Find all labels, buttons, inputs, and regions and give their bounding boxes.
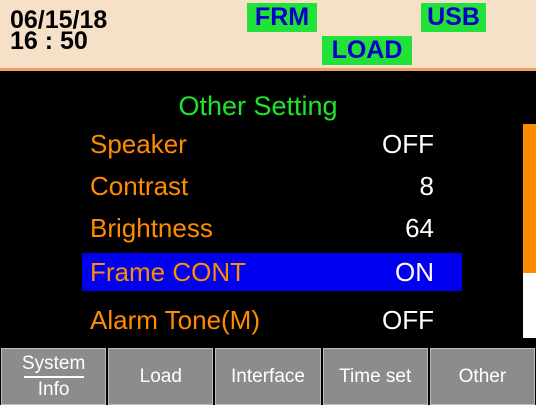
setting-label: Brightness xyxy=(90,213,213,243)
setting-row-frame-cont[interactable]: Frame CONT ON xyxy=(82,253,462,291)
setting-value: ON xyxy=(395,257,434,287)
setting-value: 64 xyxy=(405,213,434,243)
status-bar: 06/15/18 16 : 50 FRM USB LOAD xyxy=(0,0,536,71)
setting-value: 8 xyxy=(419,171,434,201)
setting-value: OFF xyxy=(382,305,434,335)
softkey-interface[interactable]: Interface xyxy=(215,348,321,405)
scrollbar[interactable] xyxy=(523,124,536,338)
usb-indicator: USB xyxy=(421,3,486,32)
status-divider xyxy=(0,68,536,71)
load-indicator: LOAD xyxy=(322,36,412,65)
setting-label: Contrast xyxy=(90,171,189,201)
setting-row-speaker[interactable]: Speaker OFF xyxy=(82,125,462,163)
panel-title-text: Other Setting xyxy=(178,91,338,121)
setting-label: Speaker xyxy=(90,129,187,159)
softkey-load[interactable]: Load xyxy=(108,348,214,405)
setting-row-contrast[interactable]: Contrast 8 xyxy=(82,167,462,205)
softkey-bar: System Info Load Interface Time set Othe… xyxy=(0,348,536,405)
softkey-label: System xyxy=(21,352,86,374)
setting-row-brightness[interactable]: Brightness 64 xyxy=(82,209,462,247)
setting-label: Frame CONT xyxy=(90,257,246,287)
setting-row-alarm-tone[interactable]: Alarm Tone(M) OFF xyxy=(82,301,462,339)
setting-value: OFF xyxy=(382,129,434,159)
softkey-divider xyxy=(23,375,84,378)
softkey-label: Time set xyxy=(339,365,412,387)
softkey-label: Other xyxy=(458,365,507,387)
panel-title: Other Setting xyxy=(0,90,536,122)
frm-indicator: FRM xyxy=(247,3,317,32)
softkey-label: Load xyxy=(139,365,182,387)
setting-label: Alarm Tone(M) xyxy=(90,305,261,335)
softkey-system-info[interactable]: System Info xyxy=(1,348,107,405)
time-display: 16 : 50 xyxy=(10,27,88,55)
softkey-other[interactable]: Other xyxy=(429,348,536,405)
scrollbar-thumb[interactable] xyxy=(523,124,536,273)
softkey-label: Info xyxy=(37,378,70,400)
softkey-label: Interface xyxy=(231,365,305,387)
softkey-time-set[interactable]: Time set xyxy=(322,348,428,405)
